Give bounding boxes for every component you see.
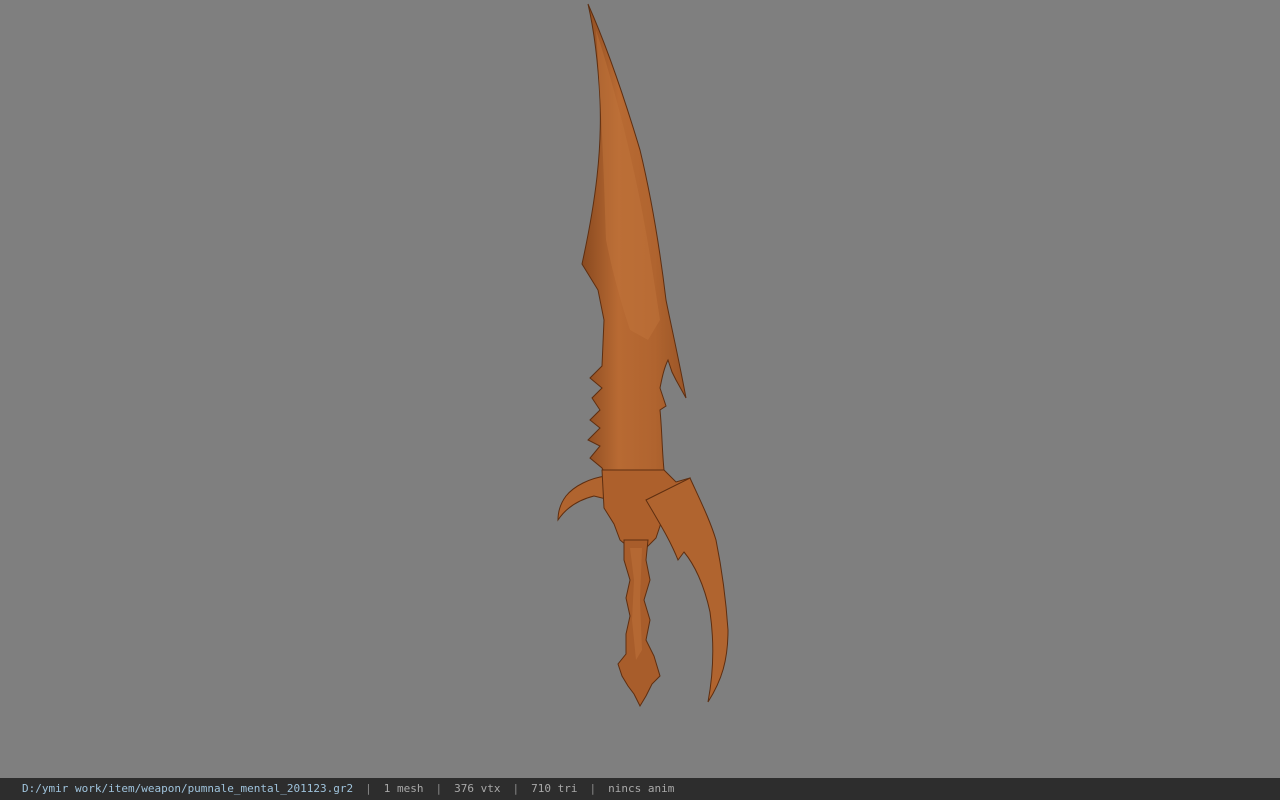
separator: |: [365, 782, 372, 795]
guard-right-prong: [645, 477, 729, 703]
status-bar: D:/ymir work/item/weapon/pumnale_mental_…: [0, 778, 1280, 800]
vertex-count: 376 vtx: [454, 782, 501, 795]
file-path: D:/ymir work/item/weapon/pumnale_mental_…: [22, 782, 354, 795]
separator: |: [589, 782, 597, 795]
mesh-count: 1 mesh: [383, 782, 424, 795]
triangle-count: 710 tri: [531, 782, 578, 795]
separator: |: [435, 782, 443, 795]
anim-status: nincs anim: [608, 782, 675, 795]
dagger-model[interactable]: [0, 0, 1280, 778]
separator: |: [512, 782, 520, 795]
3d-viewport[interactable]: [0, 0, 1280, 778]
